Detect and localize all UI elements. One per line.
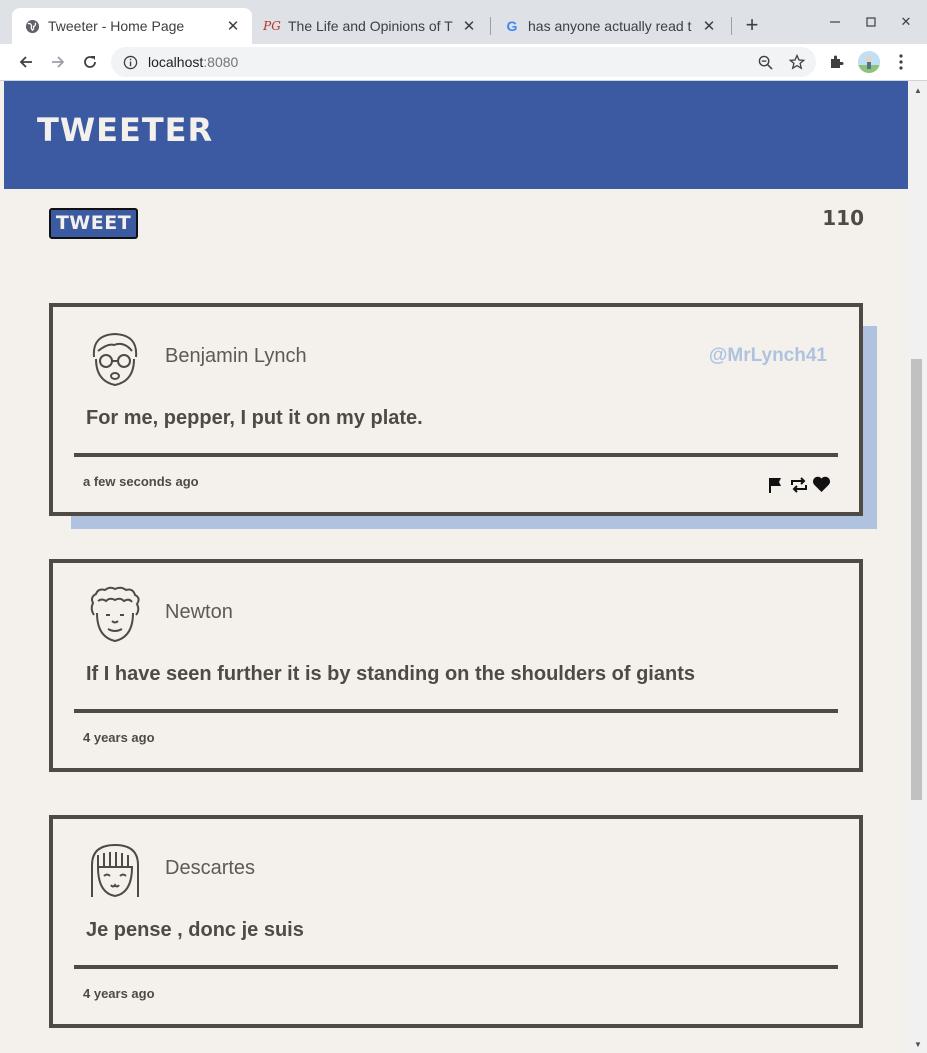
page-viewport: Tweeter Tweet 110 Benjamin Lynch @MrLync…	[4, 81, 910, 1053]
tweet-timestamp: 4 years ago	[83, 730, 155, 745]
tab-strip: Tweeter - Home Page ✕ PG The Life and Op…	[0, 0, 927, 44]
scrollbar-thumb[interactable]	[911, 359, 922, 800]
scroll-up-arrow-icon[interactable]: ▲	[909, 83, 927, 97]
forward-button[interactable]	[45, 49, 71, 75]
profile-avatar[interactable]	[857, 50, 881, 74]
page-scrollbar[interactable]: ▲ ▼	[909, 81, 927, 1053]
tweet-timestamp: 4 years ago	[83, 986, 155, 1001]
tweet-actions	[766, 475, 831, 494]
close-tab-icon[interactable]: ✕	[700, 17, 718, 35]
tweet-author: Newton	[165, 601, 233, 623]
close-tab-icon[interactable]: ✕	[460, 17, 478, 35]
retweet-icon[interactable]	[789, 475, 808, 494]
character-counter: 110	[822, 206, 864, 230]
card-divider	[74, 965, 838, 969]
tweet-handle[interactable]: @MrLynch41	[709, 345, 827, 367]
tab-tristram-shandy[interactable]: PG The Life and Opinions of T ✕	[252, 8, 488, 44]
url-port: :8080	[203, 54, 239, 70]
zoom-icon[interactable]	[757, 54, 773, 70]
app-brand: Tweeter	[37, 111, 214, 149]
url-host: localhost	[148, 54, 204, 70]
tab-title: Tweeter - Home Page	[48, 18, 185, 34]
close-tab-icon[interactable]: ✕	[224, 17, 242, 35]
globe-icon	[24, 18, 40, 34]
app-header: Tweeter	[4, 81, 908, 189]
tweet-text: If I have seen further it is by standing…	[86, 663, 695, 685]
info-icon[interactable]	[122, 54, 138, 70]
bookmark-star-icon[interactable]	[789, 54, 805, 70]
browser-chrome: Tweeter - Home Page ✕ PG The Life and Op…	[0, 0, 927, 81]
tab-separator	[490, 17, 491, 35]
tweet-text: For me, pepper, I put it on my plate.	[86, 407, 423, 429]
menu-kebab-icon[interactable]	[889, 50, 913, 74]
tweet-timestamp: a few seconds ago	[83, 474, 199, 489]
glasses-face-icon	[86, 329, 144, 389]
heart-icon[interactable]	[812, 475, 831, 494]
tab-tweeter-home[interactable]: Tweeter - Home Page ✕	[12, 8, 252, 44]
tweet-button[interactable]: Tweet	[49, 208, 138, 239]
google-icon: G	[506, 18, 518, 34]
scroll-down-arrow-icon[interactable]: ▼	[909, 1037, 927, 1051]
card-divider	[74, 709, 838, 713]
maximize-button[interactable]	[859, 10, 883, 34]
card-divider	[74, 453, 838, 457]
new-tab-button[interactable]: +	[740, 14, 764, 38]
extensions-icon[interactable]	[825, 50, 849, 74]
tweet-author: Descartes	[165, 857, 256, 879]
tweet-card: Newton If I have seen further it is by s…	[49, 559, 863, 772]
tab-title: has anyone actually read t	[528, 18, 692, 34]
project-gutenberg-icon: PG	[263, 19, 281, 33]
tweet-card: Descartes Je pense , donc je suis 4 year…	[49, 815, 863, 1028]
tweet-author: Benjamin Lynch	[165, 345, 307, 367]
tab-google-search[interactable]: G has anyone actually read t ✕	[492, 8, 728, 44]
minimize-button[interactable]	[823, 10, 847, 34]
back-button[interactable]	[13, 49, 39, 75]
tab-title: The Life and Opinions of T	[288, 18, 453, 34]
flag-icon[interactable]	[766, 475, 785, 494]
browser-toolbar: localhost:8080	[0, 44, 927, 81]
tweet-text: Je pense , donc je suis	[86, 919, 304, 941]
tweet-card: Benjamin Lynch @MrLynch41 For me, pepper…	[49, 303, 863, 516]
close-window-button[interactable]: ✕	[894, 10, 918, 34]
url-text: localhost:8080	[148, 54, 238, 70]
tab-separator	[731, 17, 732, 35]
curly-hair-face-icon	[86, 585, 144, 645]
address-bar[interactable]: localhost:8080	[111, 47, 816, 77]
reload-button[interactable]	[77, 49, 103, 75]
bangs-face-icon	[86, 841, 144, 901]
